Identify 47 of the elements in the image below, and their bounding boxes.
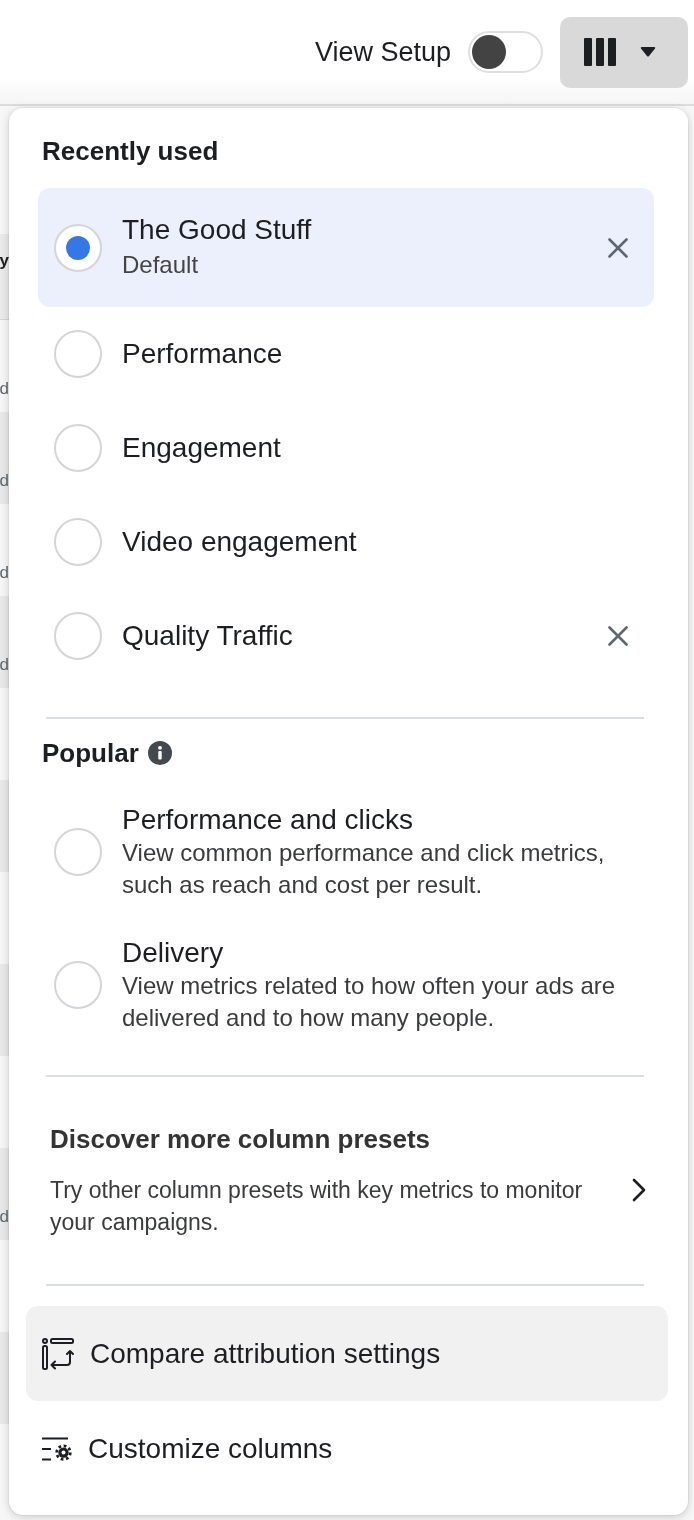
radio-button[interactable]	[54, 828, 102, 876]
preset-name: Delivery	[122, 936, 224, 970]
menu-item[interactable]: Customize columns	[26, 1401, 668, 1496]
bars-arrow-icon	[42, 1337, 74, 1370]
section-heading: Popular	[42, 737, 139, 769]
close-icon[interactable]	[608, 626, 628, 646]
discover-description: Try other column presets with key metrics to monitor your campaigns.	[50, 1176, 584, 1237]
caret-icon	[640, 47, 656, 57]
preset-subtitle: Default	[122, 249, 199, 280]
preset-name: Engagement	[122, 431, 281, 465]
table-cell: d	[0, 470, 9, 492]
preset-option[interactable]: Video engagement	[38, 495, 654, 589]
preset-description: View metrics related to how often your ads are delivered and to how many people.	[122, 971, 617, 1033]
radio-button[interactable]	[54, 330, 102, 378]
radio-button[interactable]	[54, 223, 102, 272]
view-setup-label: View Setup	[314, 36, 451, 69]
chevron-right-icon[interactable]	[632, 1178, 646, 1202]
preset-name: Quality Traffic	[122, 619, 293, 653]
columns-button[interactable]	[560, 16, 688, 88]
preset-option[interactable]: The Good Stuff Default	[38, 188, 654, 307]
columns-icon	[584, 38, 616, 66]
table-cell: d	[0, 378, 9, 400]
info-icon[interactable]	[147, 741, 172, 765]
menu-item[interactable]: Compare attribution settings	[26, 1306, 668, 1401]
table-header-cell: y	[0, 250, 9, 272]
preset-name: Video engagement	[122, 525, 357, 559]
table-cell: d	[0, 1206, 9, 1228]
preset-name: Performance	[122, 337, 283, 371]
close-icon[interactable]	[608, 237, 628, 258]
section-heading: Recently used	[42, 135, 219, 167]
discover-heading: Discover more column presets	[50, 1123, 431, 1155]
preset-option[interactable]: Quality Traffic	[38, 589, 654, 683]
preset-name: The Good Stuff	[122, 212, 312, 247]
preset-name: Performance and clicks	[122, 803, 413, 837]
radio-button[interactable]	[54, 961, 102, 1009]
preset-description: View common performance and click metrics, such as reach and cost per result.	[122, 838, 606, 900]
radio-button[interactable]	[54, 424, 102, 472]
preset-option[interactable]: Engagement	[38, 401, 654, 495]
radio-button[interactable]	[54, 612, 102, 660]
preset-option[interactable]: Performance	[38, 307, 654, 401]
table-cell: d	[0, 562, 9, 584]
preset-option[interactable]: Performance and clicks View common performance and click metrics, such as reach and cost per result.	[38, 787, 654, 917]
view-setup-toggle[interactable]	[468, 31, 543, 73]
table-cell: d	[0, 654, 9, 676]
list-gear-icon	[42, 1436, 72, 1461]
radio-button[interactable]	[54, 518, 102, 566]
preset-option[interactable]: Delivery View metrics related to how often your ads are delivered and to how many people.	[38, 920, 654, 1050]
